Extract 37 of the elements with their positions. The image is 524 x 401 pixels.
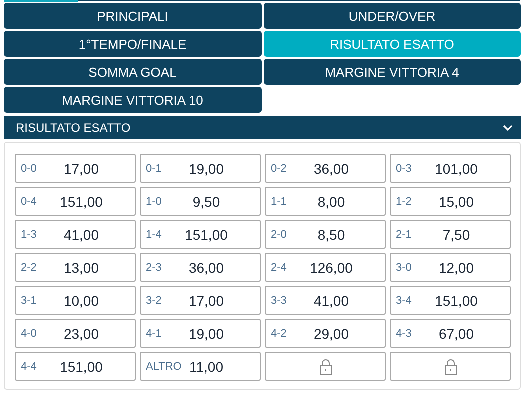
market-tab[interactable]: SOMMA GOAL <box>4 59 262 85</box>
odds-button[interactable]: 4-1 19,00 <box>140 319 261 348</box>
odds-button[interactable]: ALTRO 11,00 <box>140 352 261 381</box>
market-tab[interactable]: MARGINE VITTORIA 10 <box>4 87 262 113</box>
odds-button[interactable]: 4-4 151,00 <box>15 352 136 381</box>
odds-button[interactable]: 2-4 126,00 <box>265 253 386 282</box>
odds-button[interactable]: 3-0 12,00 <box>390 253 511 282</box>
odds-button[interactable]: 3-2 17,00 <box>140 286 261 315</box>
lock-icon <box>320 358 332 374</box>
market-tab[interactable]: 1°TEMPO/FINALE <box>4 31 262 57</box>
odds-button[interactable]: 2-2 13,00 <box>15 253 136 282</box>
chevron-icon[interactable] <box>503 124 513 130</box>
market-tab[interactable]: PRINCIPALI <box>4 3 262 29</box>
odds-button[interactable]: 0-4 151,00 <box>15 187 136 216</box>
odds-button[interactable]: 3-3 41,00 <box>265 286 386 315</box>
odds-button[interactable]: 1-3 41,00 <box>15 220 136 249</box>
market-tab[interactable]: MARGINE VITTORIA 4 <box>264 59 521 85</box>
odds-button[interactable]: 3-1 10,00 <box>15 286 136 315</box>
odds-button[interactable]: 4-2 29,00 <box>265 319 386 348</box>
odds-button[interactable]: 1-1 8,00 <box>265 187 386 216</box>
section-title: RISULTATO ESATTO <box>16 120 131 134</box>
odds-button[interactable]: 3-4 151,00 <box>390 286 511 315</box>
odds-button[interactable]: 0-3 101,00 <box>390 154 511 183</box>
market-tab[interactable]: UNDER/OVER <box>264 3 521 29</box>
odds-button[interactable]: 2-0 8,50 <box>265 220 386 249</box>
section-header[interactable]: RISULTATO ESATTO <box>4 116 521 139</box>
odds-button[interactable]: 1-4 151,00 <box>140 220 261 249</box>
odds-button[interactable]: 0-2 36,00 <box>265 154 386 183</box>
odds-button[interactable]: 0-0 17,00 <box>15 154 136 183</box>
odds-button[interactable]: 2-3 36,00 <box>140 253 261 282</box>
odds-button[interactable]: 4-0 23,00 <box>15 319 136 348</box>
lock-icon <box>444 358 456 374</box>
odds-button[interactable]: 0-1 19,00 <box>140 154 261 183</box>
odds-button[interactable]: 1-0 9,50 <box>140 187 261 216</box>
odds-button[interactable]: 2-1 7,50 <box>390 220 511 249</box>
odds-button[interactable]: 4-3 67,00 <box>390 319 511 348</box>
odds-button[interactable]: 1-2 15,00 <box>390 187 511 216</box>
